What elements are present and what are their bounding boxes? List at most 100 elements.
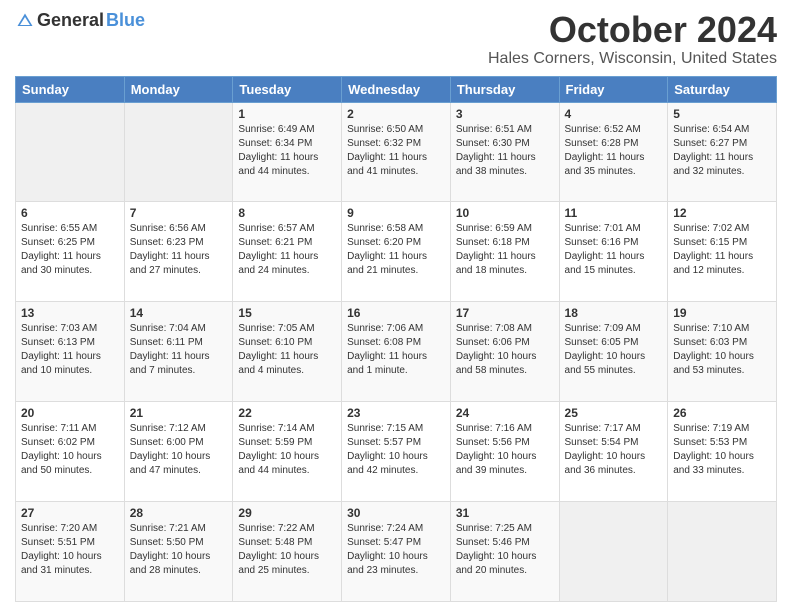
day-number-3-5: 25 (565, 406, 663, 420)
day-number-1-6: 12 (673, 206, 771, 220)
calendar-cell-3-6: 26 Sunrise: 7:19 AM Sunset: 5:53 PM Dayli… (668, 402, 777, 502)
day-number-4-2: 29 (238, 506, 336, 520)
calendar-cell-1-5: 11Sunrise: 7:01 AM Sunset: 6:16 PM Dayli… (559, 202, 668, 302)
calendar-cell-4-3: 30 Sunrise: 7:24 AM Sunset: 5:47 PM Dayli… (342, 502, 451, 602)
day-number-3-1: 21 (130, 406, 228, 420)
calendar-cell-0-1 (124, 102, 233, 202)
calendar-cell-2-0: 13 Sunrise: 7:03 AM Sunset: 6:13 PM Dayli… (16, 302, 125, 402)
day-info-3-3: Sunrise: 7:15 AM Sunset: 5:57 PM Dayligh… (347, 422, 445, 478)
calendar-cell-0-6: 5 Sunrise: 6:54 AM Sunset: 6:27 PM Daylig… (668, 102, 777, 202)
day-info-4-0: Sunrise: 7:20 AM Sunset: 5:51 PM Dayligh… (21, 522, 119, 578)
day-info-2-2: Sunrise: 7:05 AM Sunset: 6:10 PM Dayligh… (238, 322, 336, 378)
calendar-cell-2-2: 15 Sunrise: 7:05 AM Sunset: 6:10 PM Dayli… (233, 302, 342, 402)
calendar-cell-1-1: 7 Sunrise: 6:56 AM Sunset: 6:23 PM Daylig… (124, 202, 233, 302)
day-info-4-2: Sunrise: 7:22 AM Sunset: 5:48 PM Dayligh… (238, 522, 336, 578)
day-info-0-4: Sunrise: 6:51 AM Sunset: 6:30 PM Dayligh… (456, 123, 554, 179)
day-info-2-3: Sunrise: 7:06 AM Sunset: 6:08 PM Dayligh… (347, 322, 445, 378)
day-number-2-4: 17 (456, 306, 554, 320)
day-info-0-6: Sunrise: 6:54 AM Sunset: 6:27 PM Dayligh… (673, 123, 771, 179)
calendar-cell-4-5 (559, 502, 668, 602)
calendar-cell-2-5: 18 Sunrise: 7:09 AM Sunset: 6:05 PM Dayli… (559, 302, 668, 402)
calendar-cell-1-3: 9 Sunrise: 6:58 AM Sunset: 6:20 PM Daylig… (342, 202, 451, 302)
logo: General Blue (15, 10, 145, 31)
day-info-1-3: Sunrise: 6:58 AM Sunset: 6:20 PM Dayligh… (347, 222, 445, 278)
header-tuesday: Tuesday (233, 76, 342, 102)
calendar-cell-1-2: 8 Sunrise: 6:57 AM Sunset: 6:21 PM Daylig… (233, 202, 342, 302)
day-info-1-1: Sunrise: 6:56 AM Sunset: 6:23 PM Dayligh… (130, 222, 228, 278)
day-number-3-3: 23 (347, 406, 445, 420)
day-number-3-0: 20 (21, 406, 119, 420)
day-number-1-2: 8 (238, 206, 336, 220)
header-wednesday: Wednesday (342, 76, 451, 102)
week-row-3: 20 Sunrise: 7:11 AM Sunset: 6:02 PM Dayli… (16, 402, 777, 502)
week-row-1: 6Sunrise: 6:55 AM Sunset: 6:25 PM Daylig… (16, 202, 777, 302)
day-number-2-0: 13 (21, 306, 119, 320)
header-friday: Friday (559, 76, 668, 102)
day-number-4-4: 31 (456, 506, 554, 520)
day-info-2-4: Sunrise: 7:08 AM Sunset: 6:06 PM Dayligh… (456, 322, 554, 378)
day-number-1-3: 9 (347, 206, 445, 220)
header-saturday: Saturday (668, 76, 777, 102)
day-info-1-4: Sunrise: 6:59 AM Sunset: 6:18 PM Dayligh… (456, 222, 554, 278)
day-info-2-5: Sunrise: 7:09 AM Sunset: 6:05 PM Dayligh… (565, 322, 663, 378)
day-info-3-4: Sunrise: 7:16 AM Sunset: 5:56 PM Dayligh… (456, 422, 554, 478)
calendar-cell-1-6: 12Sunrise: 7:02 AM Sunset: 6:15 PM Dayli… (668, 202, 777, 302)
day-info-0-3: Sunrise: 6:50 AM Sunset: 6:32 PM Dayligh… (347, 123, 445, 179)
calendar-table: Sunday Monday Tuesday Wednesday Thursday… (15, 76, 777, 602)
day-number-2-5: 18 (565, 306, 663, 320)
day-number-1-0: 6 (21, 206, 119, 220)
calendar-cell-3-1: 21 Sunrise: 7:12 AM Sunset: 6:00 PM Dayli… (124, 402, 233, 502)
day-info-3-1: Sunrise: 7:12 AM Sunset: 6:00 PM Dayligh… (130, 422, 228, 478)
week-row-2: 13 Sunrise: 7:03 AM Sunset: 6:13 PM Dayli… (16, 302, 777, 402)
calendar-cell-0-4: 3 Sunrise: 6:51 AM Sunset: 6:30 PM Daylig… (450, 102, 559, 202)
day-number-3-2: 22 (238, 406, 336, 420)
calendar-cell-1-4: 10Sunrise: 6:59 AM Sunset: 6:18 PM Dayli… (450, 202, 559, 302)
day-number-4-0: 27 (21, 506, 119, 520)
header: General Blue October 2024 Hales Corners,… (15, 10, 777, 68)
day-info-3-6: Sunrise: 7:19 AM Sunset: 5:53 PM Dayligh… (673, 422, 771, 478)
calendar-cell-0-5: 4Sunrise: 6:52 AM Sunset: 6:28 PM Daylig… (559, 102, 668, 202)
calendar-cell-4-4: 31 Sunrise: 7:25 AM Sunset: 5:46 PM Dayli… (450, 502, 559, 602)
week-row-0: 1Sunrise: 6:49 AM Sunset: 6:34 PM Daylig… (16, 102, 777, 202)
page: General Blue October 2024 Hales Corners,… (0, 0, 792, 612)
location-title: Hales Corners, Wisconsin, United States (488, 50, 777, 68)
day-info-4-1: Sunrise: 7:21 AM Sunset: 5:50 PM Dayligh… (130, 522, 228, 578)
day-info-2-6: Sunrise: 7:10 AM Sunset: 6:03 PM Dayligh… (673, 322, 771, 378)
day-info-3-2: Sunrise: 7:14 AM Sunset: 5:59 PM Dayligh… (238, 422, 336, 478)
day-info-4-3: Sunrise: 7:24 AM Sunset: 5:47 PM Dayligh… (347, 522, 445, 578)
month-title: October 2024 (488, 10, 777, 50)
calendar-cell-3-2: 22 Sunrise: 7:14 AM Sunset: 5:59 PM Dayli… (233, 402, 342, 502)
calendar-cell-4-6 (668, 502, 777, 602)
day-number-2-6: 19 (673, 306, 771, 320)
calendar-cell-1-0: 6Sunrise: 6:55 AM Sunset: 6:25 PM Daylig… (16, 202, 125, 302)
day-number-3-6: 26 (673, 406, 771, 420)
day-number-1-5: 11 (565, 206, 663, 220)
logo-blue-text: Blue (106, 10, 145, 31)
day-number-2-2: 15 (238, 306, 336, 320)
day-info-3-0: Sunrise: 7:11 AM Sunset: 6:02 PM Dayligh… (21, 422, 119, 478)
calendar-cell-3-3: 23 Sunrise: 7:15 AM Sunset: 5:57 PM Dayli… (342, 402, 451, 502)
calendar-cell-3-0: 20 Sunrise: 7:11 AM Sunset: 6:02 PM Dayli… (16, 402, 125, 502)
logo-general-text: General (37, 10, 104, 31)
day-info-2-0: Sunrise: 7:03 AM Sunset: 6:13 PM Dayligh… (21, 322, 119, 378)
day-number-1-1: 7 (130, 206, 228, 220)
day-info-1-2: Sunrise: 6:57 AM Sunset: 6:21 PM Dayligh… (238, 222, 336, 278)
calendar-cell-2-3: 16 Sunrise: 7:06 AM Sunset: 6:08 PM Dayli… (342, 302, 451, 402)
header-sunday: Sunday (16, 76, 125, 102)
logo-icon (15, 11, 35, 31)
day-info-4-4: Sunrise: 7:25 AM Sunset: 5:46 PM Dayligh… (456, 522, 554, 578)
calendar-cell-2-4: 17 Sunrise: 7:08 AM Sunset: 6:06 PM Dayli… (450, 302, 559, 402)
calendar-cell-4-0: 27 Sunrise: 7:20 AM Sunset: 5:51 PM Dayli… (16, 502, 125, 602)
day-number-2-3: 16 (347, 306, 445, 320)
calendar-cell-3-5: 25Sunrise: 7:17 AM Sunset: 5:54 PM Dayli… (559, 402, 668, 502)
calendar-cell-4-2: 29 Sunrise: 7:22 AM Sunset: 5:48 PM Dayli… (233, 502, 342, 602)
day-number-0-6: 5 (673, 107, 771, 121)
day-number-4-3: 30 (347, 506, 445, 520)
calendar-cell-4-1: 28Sunrise: 7:21 AM Sunset: 5:50 PM Dayli… (124, 502, 233, 602)
calendar-cell-0-3: 2Sunrise: 6:50 AM Sunset: 6:32 PM Daylig… (342, 102, 451, 202)
calendar-cell-0-0 (16, 102, 125, 202)
header-thursday: Thursday (450, 76, 559, 102)
day-number-0-4: 3 (456, 107, 554, 121)
week-row-4: 27 Sunrise: 7:20 AM Sunset: 5:51 PM Dayli… (16, 502, 777, 602)
day-info-0-5: Sunrise: 6:52 AM Sunset: 6:28 PM Dayligh… (565, 123, 663, 179)
